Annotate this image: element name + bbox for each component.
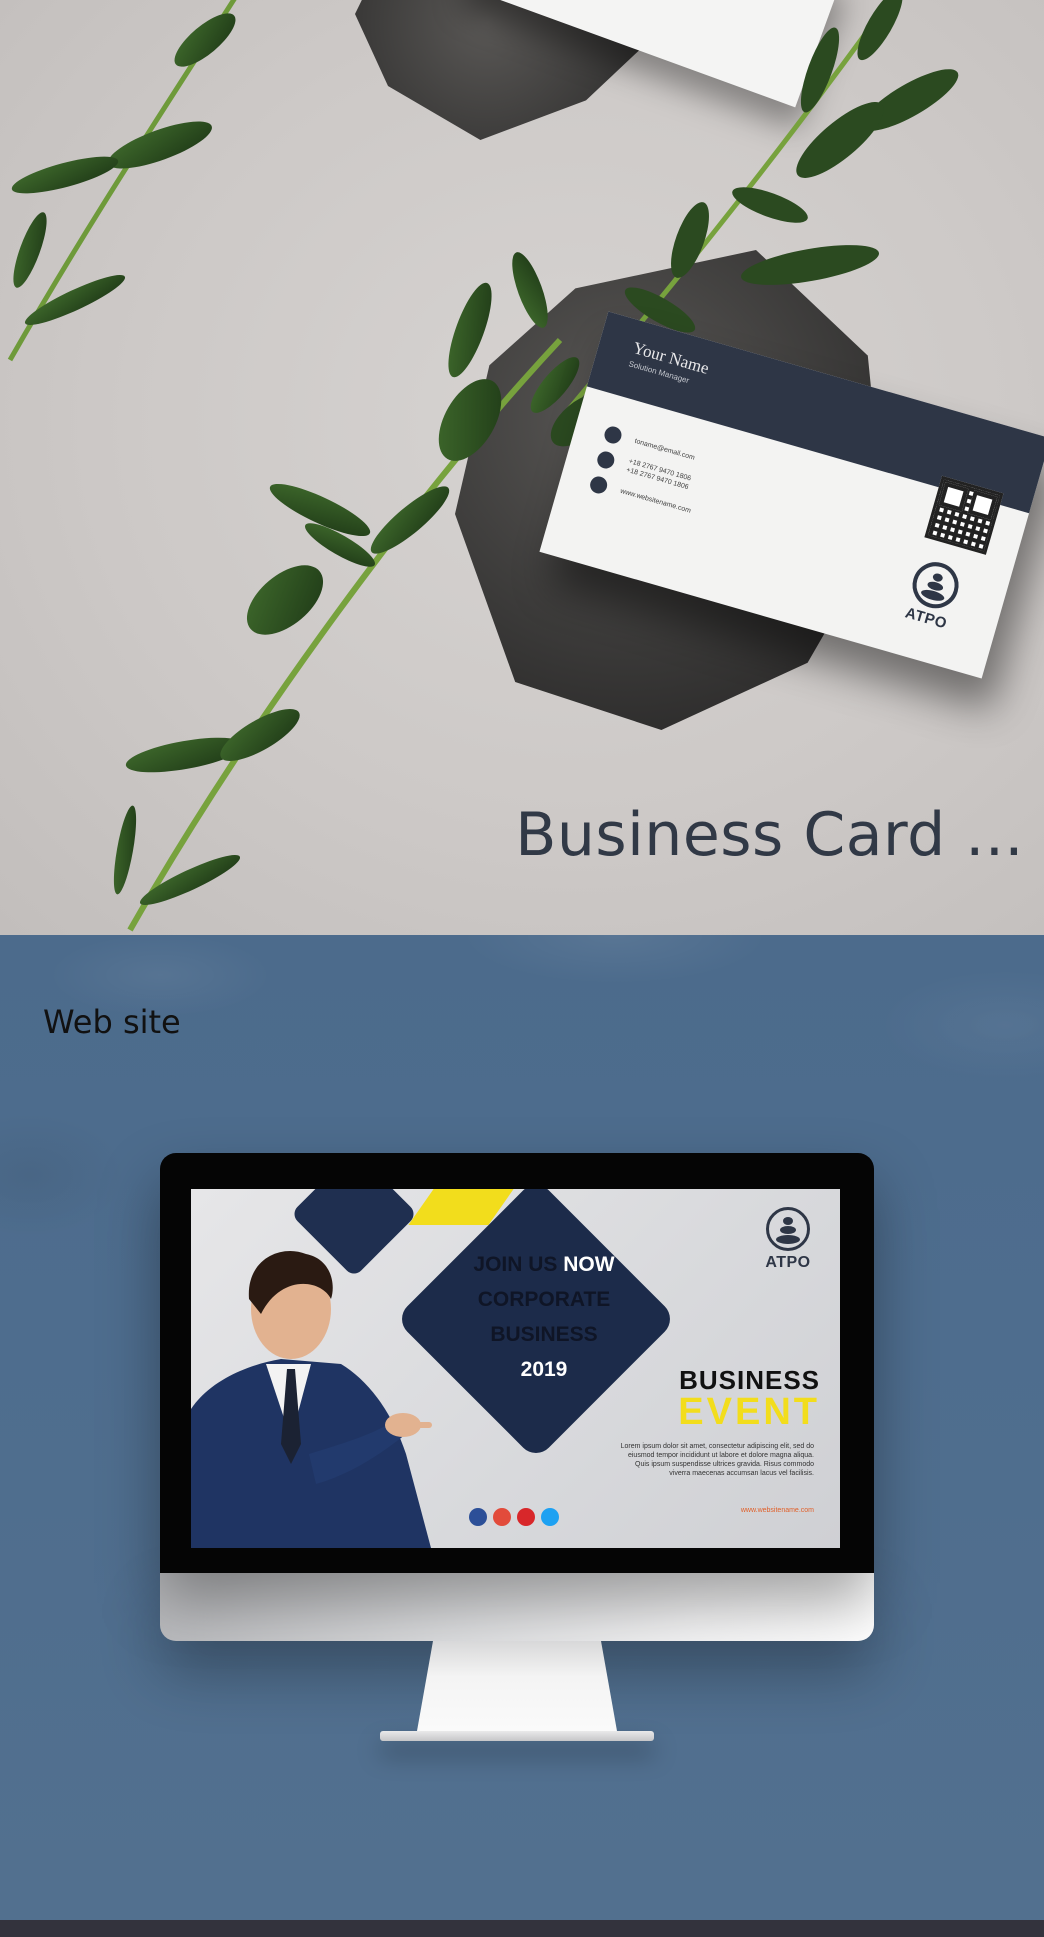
screen-logo: ATPO [758,1207,818,1272]
card-logo: ATPO [895,555,971,635]
businessman-photo [191,1239,451,1548]
globe-icon [588,473,610,496]
screen-body-text: Lorem ipsum dolor sit amet, consectetur … [620,1443,814,1477]
social-icons [469,1508,559,1526]
desktop-monitor: JOIN US NOW CORPORATE BUSINESS 2019 ATPO… [160,1153,874,1741]
youtube-icon[interactable] [517,1508,535,1526]
monitor-stand [417,1641,617,1731]
monitor-bezel: JOIN US NOW CORPORATE BUSINESS 2019 ATPO… [160,1153,874,1573]
screen-url: www.websitename.com [740,1507,814,1514]
monitor-screen: JOIN US NOW CORPORATE BUSINESS 2019 ATPO… [191,1189,840,1548]
leaf-branch-left [0,0,580,935]
twitter-icon[interactable] [541,1508,559,1526]
monitor-foot [380,1731,654,1741]
business-card-section: Your Name Solution Manager toname@email.… [0,0,1044,935]
screen-headline: JOIN US NOW CORPORATE BUSINESS 2019 [473,1253,615,1381]
website-label: Web site [43,1003,181,1041]
business-card-title: Business Card ... [515,800,1024,870]
google-plus-icon[interactable] [493,1508,511,1526]
phone-icon [595,449,617,471]
screen-event-title: BUSINESS EVENT [678,1365,820,1433]
monitor-chin [160,1573,874,1641]
stacked-stones-icon [907,556,965,614]
facebook-icon[interactable] [469,1508,487,1526]
bottom-bar [0,1920,1044,1937]
website-section: Web site JOIN US NOW CORPORATE BUSINESS … [0,935,1044,1920]
email-icon [602,424,624,446]
stacked-stones-icon [766,1207,810,1251]
